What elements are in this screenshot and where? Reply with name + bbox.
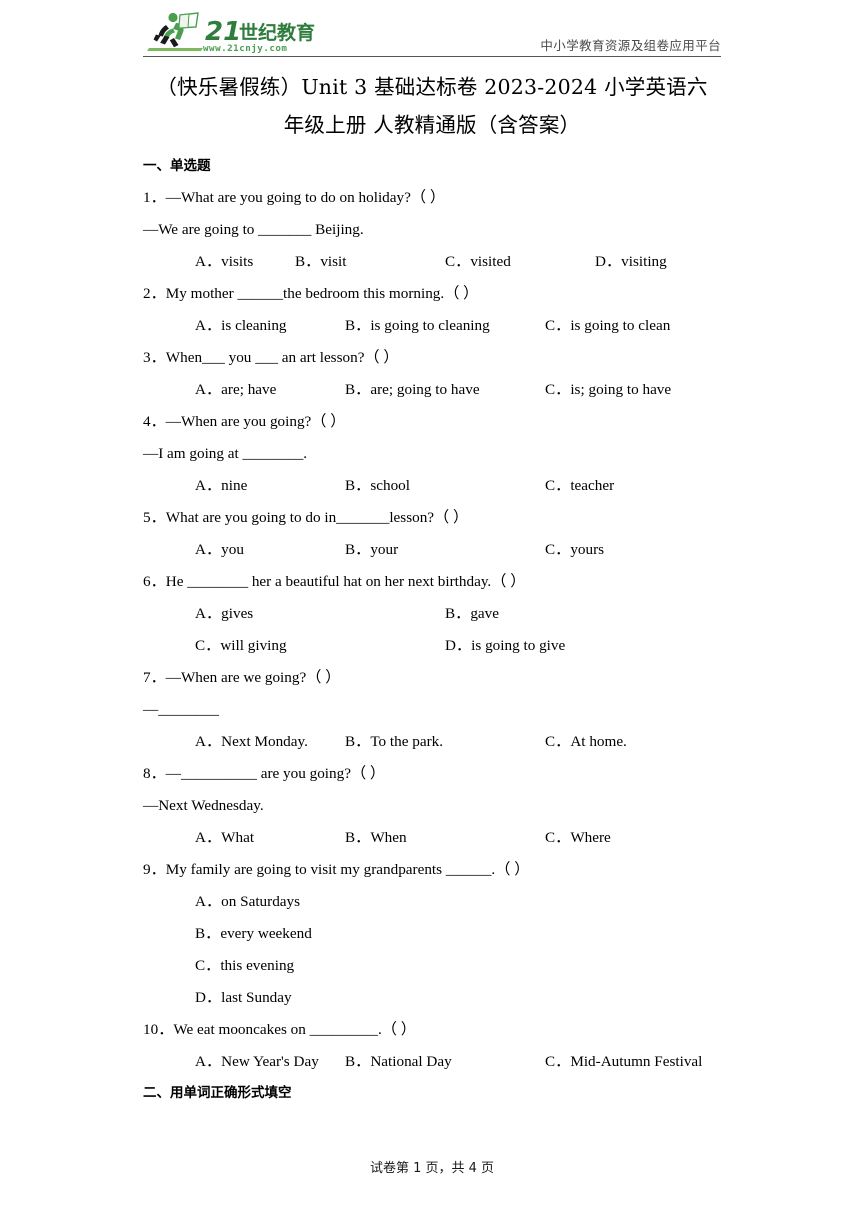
question-number: 10． [143,1021,174,1038]
question-stem: 3．When___ you ___ an art lesson?（ ） [143,342,728,374]
header-divider [143,56,721,57]
option-b[interactable]: B．is going to cleaning [345,316,490,336]
option-c[interactable]: C．At home. [545,732,627,752]
option-b[interactable]: B．every weekend [195,924,312,944]
option-a[interactable]: A．New Year's Day [195,1052,319,1072]
option-c[interactable]: C．teacher [545,476,614,496]
svg-text:世纪教育: 世纪教育 [239,21,315,44]
option-row: B．every weekend [143,918,728,950]
option-c[interactable]: C．this evening [195,956,294,976]
option-a[interactable]: A．visits [195,252,253,272]
question-stem-continued: —I am going at ________. [143,445,308,462]
option-b[interactable]: B．visit [295,252,347,272]
option-row: A．nine B．school C．teacher [143,470,728,502]
exam-body: 一、单选题 1．—What are you going to do on hol… [143,155,728,1109]
option-c[interactable]: C．visited [445,252,511,272]
page-footer: 试卷第 1 页，共 4 页 [369,1161,495,1176]
question-number: 4． [143,413,166,430]
question-number: 5． [143,509,166,526]
question-stem: 9．My family are going to visit my grandp… [143,854,728,886]
question-stem: 2．My mother ______the bedroom this morni… [143,278,728,310]
option-b[interactable]: B．National Day [345,1052,452,1072]
question-text: What are you going to do in_______lesson… [165,509,469,526]
option-row: A．is cleaning B．is going to cleaning C．i… [143,310,728,342]
option-row: A．gives B．gave [143,598,728,630]
option-row: A．visits B．visit C．visited D．visiting [143,246,728,278]
question-stem: 7．—When are we going?（ ） [143,662,728,694]
option-row: C．this evening [143,950,728,982]
option-d[interactable]: D．is going to give [445,636,565,656]
option-d[interactable]: D．last Sunday [195,988,292,1008]
page-title: （快乐暑假练）Unit 3 基础达标卷 2023-2024 小学英语六 年级上册… [143,68,721,144]
question-text: My mother ______the bedroom this morning… [165,285,479,302]
option-a[interactable]: A．What [195,828,254,848]
question-number: 3． [143,349,166,366]
option-c[interactable]: C．yours [545,540,604,560]
option-b[interactable]: B．When [345,828,407,848]
question-stem: 8．—__________ are you going?（ ） [143,758,728,790]
question-text: We eat mooncakes on _________.（ ） [173,1021,416,1038]
option-row: A．on Saturdays [143,886,728,918]
question-number: 2． [143,285,166,302]
option-c[interactable]: C．Where [545,828,611,848]
question-stem: 6．He ________ her a beautiful hat on her… [143,566,728,598]
question-number: 9． [143,861,166,878]
question-stem: 4．—When are you going?（ ） [143,406,728,438]
option-a[interactable]: A．gives [195,604,253,624]
option-b[interactable]: B．are; going to have [345,380,480,400]
question-stem-continued: —We are going to _______ Beijing. [143,221,364,238]
option-d[interactable]: D．visiting [595,252,667,272]
option-b[interactable]: B．school [345,476,410,496]
question-text: He ________ her a beautiful hat on her n… [165,573,526,590]
option-a[interactable]: A．you [195,540,244,560]
option-row: C．will giving D．is going to give [143,630,728,662]
section-header-2: 二、用单词正确形式填空 [143,1085,292,1101]
option-row: A．New Year's Day B．National Day C．Mid-Au… [143,1046,728,1078]
option-b[interactable]: B．To the park. [345,732,443,752]
title-line-2: 年级上册 人教精通版（含答案） [283,113,581,137]
option-row: A．Next Monday. B．To the park. C．At home. [143,726,728,758]
question-text: When___ you ___ an art lesson?（ ） [165,349,399,366]
option-a[interactable]: A．is cleaning [195,316,287,336]
logo-icon: 21 世纪教育 www.21cnjy.com [147,12,315,54]
question-text: —When are we going?（ ） [165,669,341,686]
option-c[interactable]: C．Mid-Autumn Festival [545,1052,702,1072]
option-a[interactable]: A．are; have [195,380,276,400]
option-b[interactable]: B．your [345,540,398,560]
question-stem: 10．We eat mooncakes on _________.（ ） [143,1014,728,1046]
question-number: 6． [143,573,166,590]
option-c[interactable]: C．is; going to have [545,380,671,400]
svg-text:www.21cnjy.com: www.21cnjy.com [203,43,287,54]
question-number: 1． [143,189,166,206]
question-stem-continued: —________ [143,701,219,718]
question-text: —__________ are you going?（ ） [165,765,386,782]
title-line-1: （快乐暑假练）Unit 3 基础达标卷 2023-2024 小学英语六 [156,75,708,99]
option-row: A．What B．When C．Where [143,822,728,854]
option-c[interactable]: C．will giving [195,636,287,656]
option-row: A．you B．your C．yours [143,534,728,566]
option-row: A．are; have B．are; going to have C．is; g… [143,374,728,406]
option-a[interactable]: A．Next Monday. [195,732,308,752]
question-text: My family are going to visit my grandpar… [165,861,530,878]
page-header: 21 世纪教育 www.21cnjy.com 中小学教育资源及组卷应用平台 [143,10,721,58]
question-number: 8． [143,765,166,782]
option-row: D．last Sunday [143,982,728,1014]
header-tagline: 中小学教育资源及组卷应用平台 [540,38,721,53]
question-text: —What are you going to do on holiday?（ ） [165,189,446,206]
question-number: 7． [143,669,166,686]
option-a[interactable]: A．on Saturdays [195,892,300,912]
option-a[interactable]: A．nine [195,476,247,496]
section-header-1: 一、单选题 [143,158,211,174]
option-c[interactable]: C．is going to clean [545,316,670,336]
document-page: 21 世纪教育 www.21cnjy.com 中小学教育资源及组卷应用平台 （快… [0,0,860,1216]
option-b[interactable]: B．gave [445,604,499,624]
question-stem-continued: —Next Wednesday. [143,797,264,814]
question-stem: 5．What are you going to do in_______less… [143,502,728,534]
brand-logo[interactable]: 21 世纪教育 www.21cnjy.com [143,10,318,54]
question-stem: 1．—What are you going to do on holiday?（… [143,182,728,214]
question-text: —When are you going?（ ） [165,413,346,430]
